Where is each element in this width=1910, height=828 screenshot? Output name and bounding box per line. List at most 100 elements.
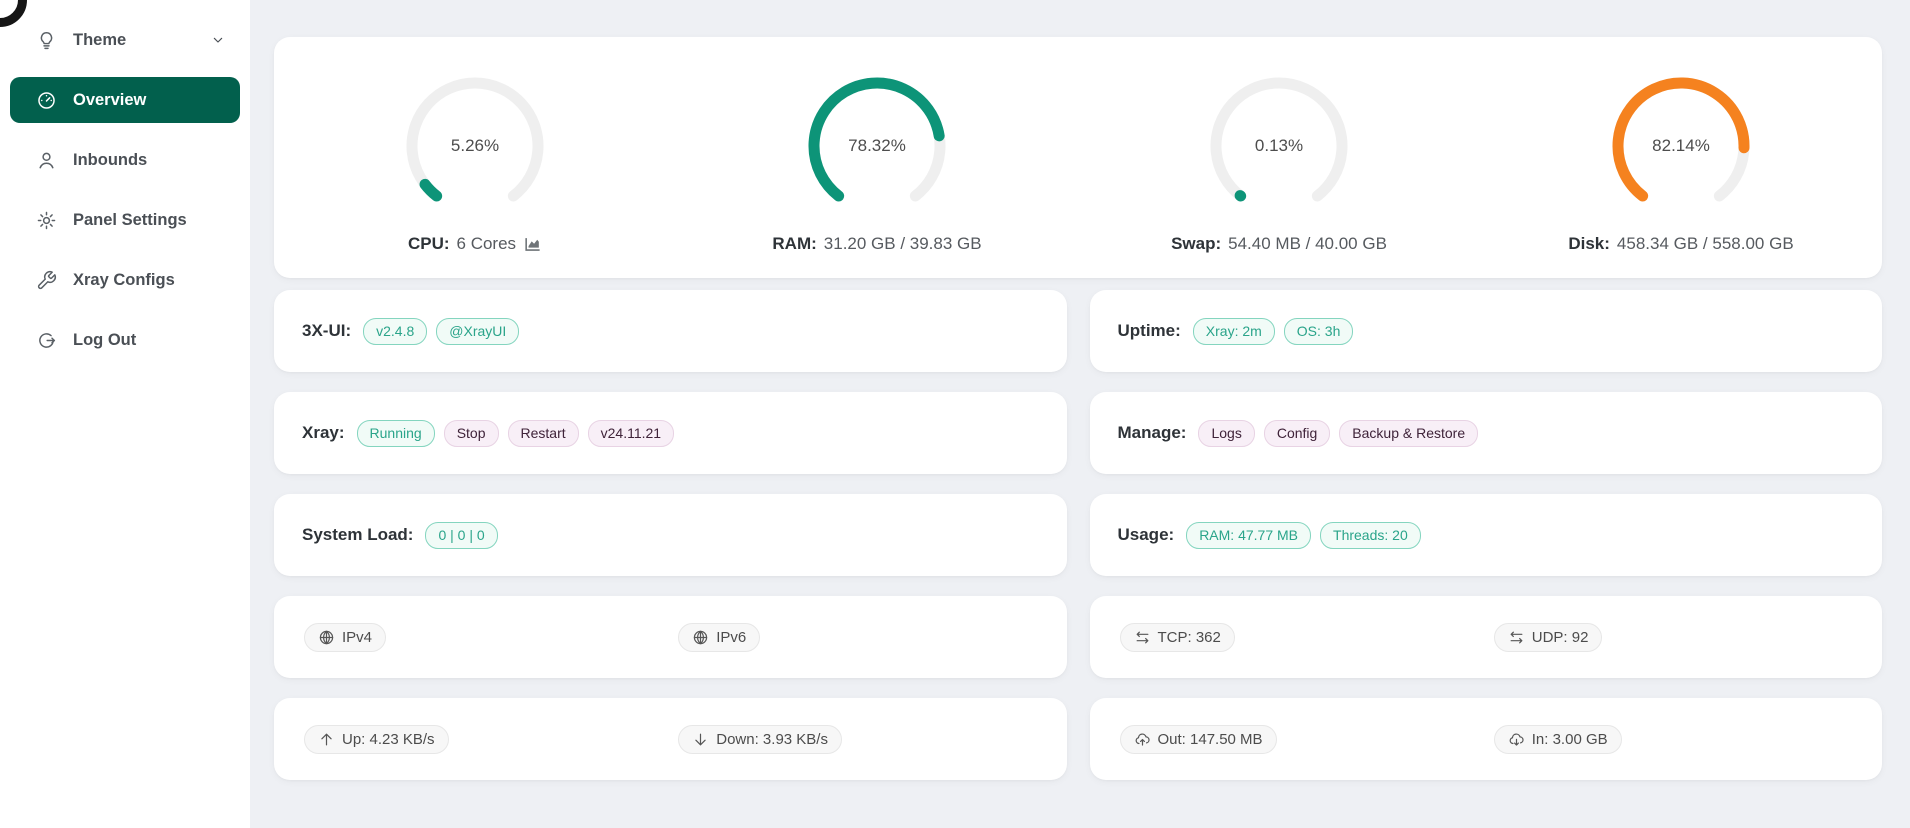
sidebar-item-log-out[interactable]: Log Out bbox=[10, 317, 240, 363]
badge-group: Xray: 2mOS: 3h bbox=[1193, 318, 1354, 345]
globe-icon bbox=[318, 629, 335, 646]
badge-group: RAM: 47.77 MBThreads: 20 bbox=[1186, 522, 1421, 549]
pill-slot: Out: 147.50 MB bbox=[1090, 725, 1486, 754]
pill-label: IPv6 bbox=[716, 629, 746, 646]
cloud-down-icon bbox=[1508, 731, 1525, 748]
cloud-up-icon bbox=[1134, 731, 1151, 748]
sidebar-item-theme[interactable]: Theme bbox=[10, 17, 240, 63]
pill-slot: IPv6 bbox=[670, 623, 1066, 652]
gauge-percent-value: 82.14% bbox=[1606, 71, 1756, 221]
uptime-card: Uptime: Xray: 2mOS: 3h bbox=[1090, 290, 1883, 372]
gauge-disk: 82.14% Disk: 458.34 GB / 558.00 GB bbox=[1480, 71, 1882, 278]
sidebar-item-xray-configs[interactable]: Xray Configs bbox=[10, 257, 240, 303]
gauge-cpu: 5.26% CPU: 6 Cores bbox=[274, 71, 676, 278]
gauge-swap: 0.13% Swap:54.40 MB / 40.00 GB bbox=[1078, 71, 1480, 278]
gauge-caption: RAM: 31.20 GB / 39.83 GB bbox=[772, 234, 981, 254]
stop-button[interactable]: Stop bbox=[444, 420, 499, 447]
chevron-down-icon bbox=[210, 32, 226, 48]
sidebar-item-label: Log Out bbox=[73, 331, 136, 350]
cpu-history-chart-icon[interactable] bbox=[523, 235, 542, 254]
pill-slot: Down: 3.93 KB/s bbox=[670, 725, 1066, 754]
out-in-card: Out: 147.50 MB In: 3.00 GB bbox=[1090, 698, 1883, 780]
os-3h-badge: OS: 3h bbox=[1284, 318, 1354, 345]
pill-slot: TCP: 362 bbox=[1090, 623, 1486, 652]
backup-restore-button[interactable]: Backup & Restore bbox=[1339, 420, 1478, 447]
card-label: Usage: bbox=[1118, 525, 1175, 545]
threads-20-badge: Threads: 20 bbox=[1320, 522, 1421, 549]
tcp-udp-card: TCP: 362 UDP: 92 bbox=[1090, 596, 1883, 678]
logs-button[interactable]: Logs bbox=[1198, 420, 1254, 447]
restart-button[interactable]: Restart bbox=[508, 420, 579, 447]
down-pill: Down: 3.93 KB/s bbox=[678, 725, 842, 754]
pill-label: UDP: 92 bbox=[1532, 629, 1589, 646]
pill-slot: UDP: 92 bbox=[1486, 623, 1882, 652]
gauge-caption-value: 54.40 MB / 40.00 GB bbox=[1228, 234, 1387, 254]
sidebar-item-label: Overview bbox=[73, 91, 146, 110]
bulb-icon bbox=[36, 30, 57, 51]
system-load-card: System Load: 0 | 0 | 0 bbox=[274, 494, 1067, 576]
badge-group: RunningStopRestartv24.11.21 bbox=[357, 420, 675, 447]
up-pill: Up: 4.23 KB/s bbox=[304, 725, 449, 754]
swap-gauge-ring: 0.13% bbox=[1204, 71, 1354, 221]
swap-icon bbox=[1134, 629, 1151, 646]
xray-card: Xray:RunningStopRestartv24.11.21 bbox=[274, 392, 1067, 474]
pill-slot: In: 3.00 GB bbox=[1486, 725, 1882, 754]
sidebar-item-label: Xray Configs bbox=[73, 271, 175, 290]
badge-group: v2.4.8 @XrayUI bbox=[363, 318, 519, 345]
swap-icon bbox=[1508, 629, 1525, 646]
gauge-percent-value: 5.26% bbox=[400, 71, 550, 221]
usage-card: Usage: RAM: 47.77 MBThreads: 20 bbox=[1090, 494, 1883, 576]
ipv6-pill[interactable]: IPv6 bbox=[678, 623, 760, 652]
card-label: Manage: bbox=[1118, 423, 1187, 443]
sidebar-item-inbounds[interactable]: Inbounds bbox=[10, 137, 240, 183]
pill-label: Down: 3.93 KB/s bbox=[716, 731, 828, 748]
badge-group: 0 | 0 | 0 bbox=[425, 522, 497, 549]
badge-group: Logs Config Backup & Restore bbox=[1198, 420, 1478, 447]
arrow-up-icon bbox=[318, 731, 335, 748]
ipv4-pill[interactable]: IPv4 bbox=[304, 623, 386, 652]
v2-4-8-button[interactable]: v2.4.8 bbox=[363, 318, 427, 345]
udp-pill[interactable]: UDP: 92 bbox=[1494, 623, 1603, 652]
in-pill: In: 3.00 GB bbox=[1494, 725, 1622, 754]
sidebar-menu: Theme Overview Inbounds Panel Settings Xray … bbox=[0, 0, 250, 363]
0-0-0-badge: 0 | 0 | 0 bbox=[425, 522, 497, 549]
gauge-percent-value: 0.13% bbox=[1204, 71, 1354, 221]
card-label: Uptime: bbox=[1118, 321, 1181, 341]
main-content: 5.26% CPU: 6 Cores 78.32% RAM: 31.20 GB / 39… bbox=[250, 0, 1910, 828]
config-button[interactable]: Config bbox=[1264, 420, 1330, 447]
ipv4-ipv6-card: IPv4 IPv6 bbox=[274, 596, 1067, 678]
user-icon bbox=[36, 150, 57, 171]
pill-label: In: 3.00 GB bbox=[1532, 731, 1608, 748]
gauge-caption-value: 6 Cores bbox=[457, 234, 517, 254]
pill-slot: IPv4 bbox=[274, 623, 670, 652]
sidebar: Theme Overview Inbounds Panel Settings Xray … bbox=[0, 0, 250, 828]
card-label: 3X-UI: bbox=[302, 321, 351, 341]
gauge-caption-label: CPU: bbox=[408, 234, 450, 254]
sidebar-item-panel-settings[interactable]: Panel Settings bbox=[10, 197, 240, 243]
gauge-percent-value: 78.32% bbox=[802, 71, 952, 221]
wrench-icon bbox=[36, 270, 57, 291]
gauge-caption-label: RAM: bbox=[772, 234, 816, 254]
card-label: Xray: bbox=[302, 423, 345, 443]
gauge-caption: CPU: 6 Cores bbox=[408, 234, 542, 254]
pill-label: IPv4 bbox=[342, 629, 372, 646]
system-status-card: 5.26% CPU: 6 Cores 78.32% RAM: 31.20 GB / 39… bbox=[274, 37, 1882, 278]
up-down-card: Up: 4.23 KB/s Down: 3.93 KB/s bbox=[274, 698, 1067, 780]
out-pill: Out: 147.50 MB bbox=[1120, 725, 1277, 754]
gauge-caption-value: 31.20 GB / 39.83 GB bbox=[824, 234, 982, 254]
manage-card: Manage: Logs Config Backup & Restore bbox=[1090, 392, 1883, 474]
info-grid: 3X-UI: v2.4.8 @XrayUI Uptime: Xray: 2mOS: 3h… bbox=[274, 290, 1882, 780]
sidebar-item-overview[interactable]: Overview bbox=[10, 77, 240, 123]
tcp-pill[interactable]: TCP: 362 bbox=[1120, 623, 1235, 652]
card-label: System Load: bbox=[302, 525, 413, 545]
gauge-caption: Swap:54.40 MB / 40.00 GB bbox=[1171, 234, 1387, 254]
gauge-caption-value: 458.34 GB / 558.00 GB bbox=[1617, 234, 1794, 254]
3x-ui-card: 3X-UI: v2.4.8 @XrayUI bbox=[274, 290, 1067, 372]
v24-11-21-button[interactable]: v24.11.21 bbox=[588, 420, 674, 447]
pill-label: Out: 147.50 MB bbox=[1158, 731, 1263, 748]
gear-icon bbox=[36, 210, 57, 231]
arrow-down-icon bbox=[692, 731, 709, 748]
pill-slot: Up: 4.23 KB/s bbox=[274, 725, 670, 754]
xrayui-button[interactable]: @XrayUI bbox=[436, 318, 519, 345]
gauge-caption-label: Disk: bbox=[1568, 234, 1610, 254]
